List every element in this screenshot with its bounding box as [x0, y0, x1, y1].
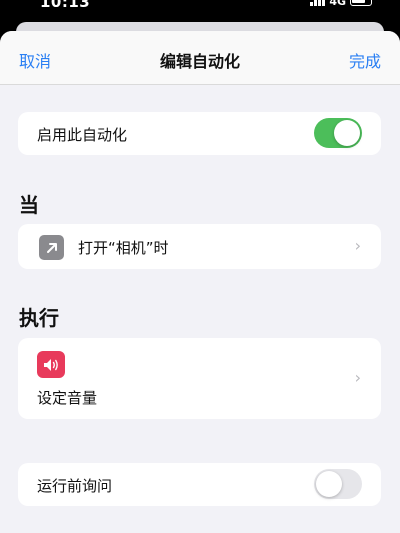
arrow-up-right-icon — [39, 235, 64, 260]
enable-automation-label: 启用此自动化 — [37, 126, 128, 144]
network-type: 4G — [329, 0, 346, 8]
ask-before-running-row: 运行前询问 — [18, 463, 381, 506]
toggle-knob — [316, 471, 342, 497]
cellular-signal-icon — [310, 0, 326, 6]
status-indicators: 4G — [310, 0, 372, 8]
trigger-row[interactable]: 打开“相机”时 › — [18, 224, 381, 269]
done-button[interactable]: 完成 — [349, 48, 381, 72]
page-title: 编辑自动化 — [159, 52, 240, 71]
trigger-label: 打开“相机”时 — [78, 239, 169, 257]
section-title-do: 执行 — [19, 306, 59, 330]
action-row[interactable]: 设定音量 › — [18, 338, 381, 419]
speaker-volume-icon — [37, 351, 65, 378]
status-bar: 10:13 4G — [0, 0, 400, 20]
section-title-when: 当 — [19, 193, 39, 217]
action-label: 设定音量 — [37, 389, 98, 407]
battery-icon — [350, 0, 372, 6]
enable-automation-row: 启用此自动化 — [18, 112, 381, 155]
chevron-right-icon: › — [354, 236, 361, 255]
edit-automation-sheet: 取消 编辑自动化 完成 启用此自动化 当 打开“相机”时 › 执行 设定音量 › — [0, 31, 400, 533]
status-time: 10:13 — [40, 0, 91, 11]
toggle-knob — [334, 120, 360, 146]
chevron-right-icon: › — [354, 368, 361, 387]
ask-before-running-toggle[interactable] — [314, 469, 362, 499]
enable-automation-toggle[interactable] — [314, 118, 362, 148]
ask-before-running-label: 运行前询问 — [37, 477, 113, 495]
navigation-bar: 取消 编辑自动化 完成 — [0, 31, 400, 85]
